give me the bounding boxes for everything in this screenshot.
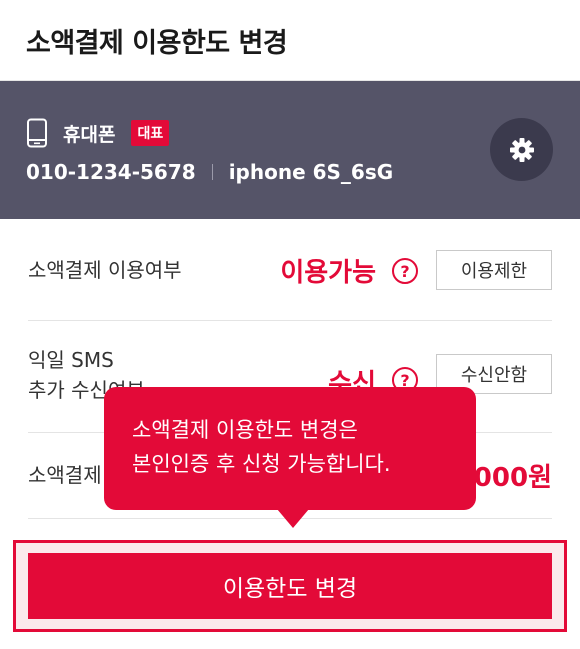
tooltip-arrow — [277, 509, 309, 528]
divider — [211, 164, 213, 180]
page-header: 소액결제 이용한도 변경 — [0, 0, 580, 81]
device-type-label: 휴대폰 — [63, 123, 116, 146]
device-card: 휴대폰 대표 010-1234-5678 iphone 6S_6sG — [0, 81, 580, 219]
payment-limit-value: 000원 — [473, 463, 552, 493]
payment-usage-label: 소액결제 이용여부 — [28, 258, 182, 282]
list-item-payment-usage: 소액결제 이용여부 이용가능 ? 이용제한 — [28, 219, 552, 321]
payment-usage-status: 이용가능 — [280, 258, 376, 288]
tooltip-line2: 본인인증 후 신청 가능합니다. — [132, 452, 391, 476]
help-icon[interactable]: ? — [392, 258, 418, 284]
mobile-phone-icon — [27, 118, 47, 148]
phone-number: 010-1234-5678 — [26, 160, 196, 184]
restrict-usage-button[interactable]: 이용제한 — [436, 250, 552, 290]
cta-highlight-frame: 이용한도 변경 — [13, 540, 567, 632]
tooltip-line1: 소액결제 이용한도 변경은 — [132, 418, 358, 442]
payment-limit-label: 소액결제 — [28, 463, 102, 487]
sms-label-line1: 익일 SMS — [28, 348, 114, 372]
device-info-row: 010-1234-5678 iphone 6S_6sG — [26, 160, 393, 184]
change-limit-button[interactable]: 이용한도 변경 — [28, 553, 552, 619]
page-title: 소액결제 이용한도 변경 — [26, 27, 288, 59]
device-model: iphone 6S_6sG — [228, 160, 394, 184]
tooltip: 소액결제 이용한도 변경은 본인인증 후 신청 가능합니다. — [104, 387, 476, 528]
gear-icon — [509, 137, 534, 162]
settings-button[interactable] — [490, 118, 553, 181]
device-type-row: 휴대폰 대표 — [26, 118, 170, 148]
primary-badge: 대표 — [131, 120, 170, 146]
